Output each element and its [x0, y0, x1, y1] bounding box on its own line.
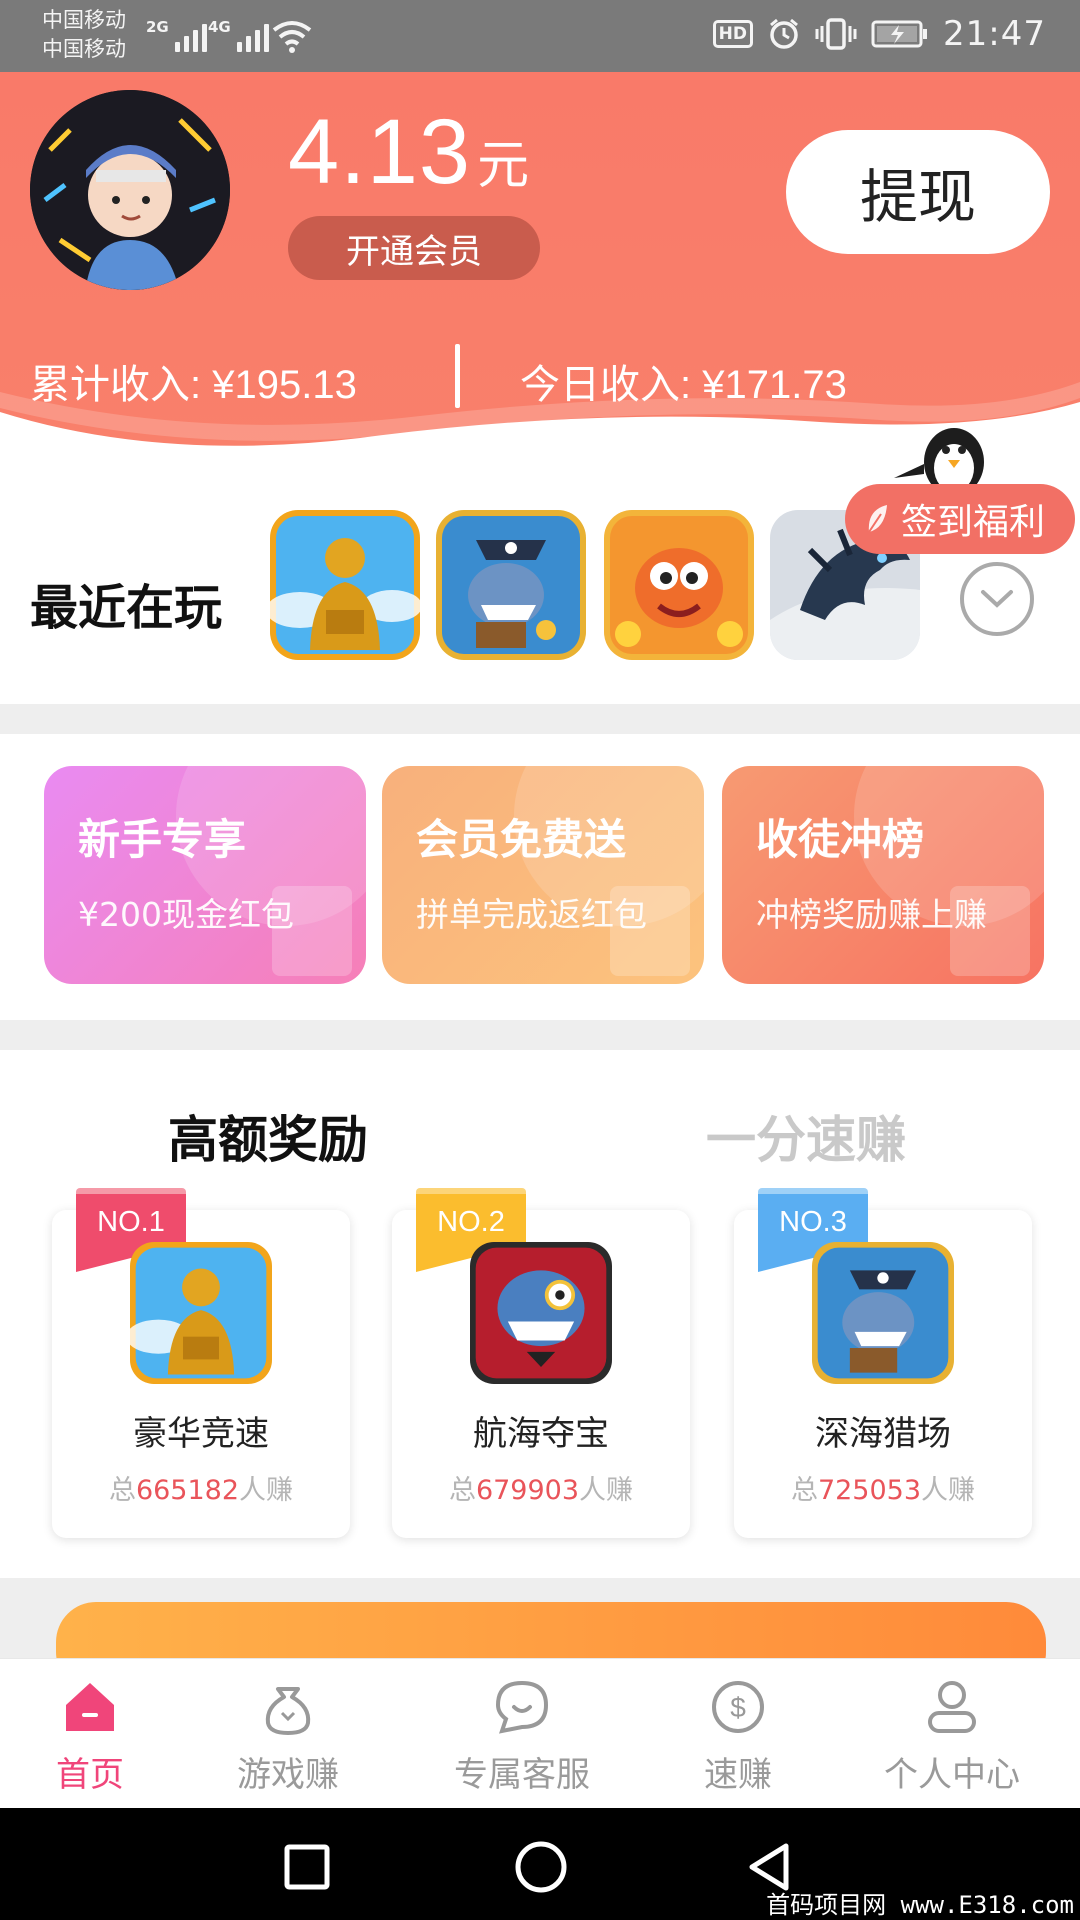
home-circle-icon[interactable] — [514, 1840, 568, 1894]
pirate-shark-game-icon — [436, 510, 586, 660]
nav-label: 首页 — [56, 1755, 124, 1795]
section-divider — [0, 1020, 1080, 1050]
system-nav-bar: 首码项目网 www.E318.com — [0, 1808, 1080, 1920]
promo-banner[interactable] — [0, 1578, 1080, 1658]
person-icon — [928, 1681, 976, 1733]
rank-game-icon — [470, 1242, 612, 1384]
balance-header: 4.13 元 开通会员 提现 累计收入: ¥195.13 今日收入: ¥171.… — [0, 72, 1080, 462]
section-divider — [0, 704, 1080, 734]
status-right: HD 21:47 — [712, 14, 1046, 54]
rank-earners-count: 总725053人赚 — [790, 1475, 976, 1506]
rank-game-icon — [130, 1242, 272, 1384]
expand-recent-button[interactable] — [960, 562, 1034, 636]
golden-statue-game-icon — [130, 1242, 272, 1384]
nav-label: 游戏赚 — [237, 1755, 339, 1795]
rank-game-name: 航海夺宝 — [473, 1414, 609, 1454]
leaf-icon — [868, 505, 887, 533]
tab-high-rewards[interactable]: 高额奖励 — [168, 1100, 368, 1172]
dollar-coin-icon: $ — [712, 1681, 764, 1733]
signal-4g-icon: 4G — [208, 18, 269, 52]
battery-icon — [871, 20, 928, 48]
rank-card-2[interactable]: NO.2 航海夺宝 总679903人赚 — [392, 1188, 690, 1538]
sign-in-label: 签到福利 — [901, 502, 1046, 543]
fish-coins-game-icon — [604, 510, 754, 660]
open-vip-button[interactable]: 开通会员 — [288, 216, 540, 280]
promo-title: 收徒冲榜 — [756, 815, 925, 864]
nav-customer-service[interactable]: 专属客服 — [422, 1677, 622, 1796]
watermark: 首码项目网 www.E318.com — [766, 1891, 1074, 1919]
recent-game-2[interactable] — [436, 510, 586, 660]
nav-personal-center[interactable]: 个人中心 — [852, 1677, 1052, 1796]
promo-card-apprentice-rank[interactable]: 收徒冲榜 冲榜奖励赚上赚 — [722, 766, 1044, 984]
rank-game-name: 豪华竞速 — [133, 1414, 269, 1454]
rank-label: NO.3 — [779, 1206, 847, 1238]
status-bar: 中国移动 中国移动 2G 4G HD 21:47 — [0, 0, 1080, 72]
rank-label: NO.2 — [437, 1206, 505, 1238]
bottom-nav: 首页 游戏赚 专属客服 $ 速赚 个人中心 — [0, 1658, 1080, 1808]
carrier-2: 中国移动 — [42, 37, 126, 61]
recent-apps-icon[interactable] — [284, 1844, 330, 1890]
recent-title: 最近在玩 — [30, 580, 223, 636]
nav-label: 速赚 — [704, 1755, 772, 1795]
tab-quick-earn[interactable]: 一分速赚 — [706, 1100, 906, 1172]
rank-card-3[interactable]: NO.3 深海猎场 总725053人赚 — [734, 1188, 1032, 1538]
rank-earners-count: 总665182人赚 — [108, 1475, 294, 1506]
carrier-labels: 中国移动 中国移动 — [42, 6, 126, 64]
home-icon — [66, 1683, 114, 1731]
clock: 21:47 — [943, 14, 1046, 54]
promo-title: 新手专享 — [78, 815, 247, 864]
wifi-icon — [272, 21, 312, 53]
avatar-image — [30, 90, 230, 290]
promo-subtitle: 拼单完成返红包 — [416, 895, 647, 934]
golden-statue-game-icon — [270, 510, 420, 660]
shark-monocle-game-icon — [470, 1242, 612, 1384]
rank-label: NO.1 — [97, 1206, 165, 1238]
vibrate-icon — [815, 18, 857, 50]
recent-game-3[interactable] — [604, 510, 754, 660]
promo-subtitle: 冲榜奖励赚上赚 — [756, 895, 987, 934]
banner-strip — [56, 1602, 1046, 1658]
rank-card-1[interactable]: NO.1 豪华竞速 总665182人赚 — [52, 1188, 350, 1538]
promo-card-newbie[interactable]: 新手专享 ¥200现金红包 — [44, 766, 366, 984]
nav-label: 专属客服 — [454, 1755, 590, 1795]
alarm-icon — [770, 18, 798, 49]
balance-unit: 元 — [477, 136, 530, 196]
chat-bubble-icon — [495, 1680, 549, 1734]
promo-subtitle: ¥200现金红包 — [78, 895, 294, 934]
avatar[interactable] — [30, 90, 230, 290]
rank-earners-count: 总679903人赚 — [448, 1475, 634, 1506]
nav-home[interactable]: 首页 — [0, 1677, 190, 1796]
rank-game-icon — [812, 1242, 954, 1384]
carrier-1: 中国移动 — [42, 8, 126, 32]
money-bag-icon — [265, 1687, 311, 1735]
signal-2g-icon: 2G — [146, 18, 207, 52]
chevron-down-icon — [981, 590, 1013, 608]
balance-amount: 4.13 元 — [288, 100, 529, 205]
svg-text:$: $ — [730, 1692, 746, 1723]
withdraw-button[interactable]: 提现 — [786, 130, 1050, 254]
nav-game-earn[interactable]: 游戏赚 — [188, 1677, 388, 1796]
promo-title: 会员免费送 — [416, 815, 627, 864]
hd-icon: HD — [712, 20, 754, 48]
promo-card-vip-free[interactable]: 会员免费送 拼单完成返红包 — [382, 766, 704, 984]
nav-quick-earn[interactable]: $ 速赚 — [638, 1677, 838, 1796]
sign-in-bonus-button[interactable]: 签到福利 — [845, 484, 1075, 554]
nav-label: 个人中心 — [884, 1755, 1020, 1795]
recent-game-1[interactable] — [270, 510, 420, 660]
pirate-shark-game-icon — [812, 1242, 954, 1384]
rank-game-name: 深海猎场 — [815, 1414, 951, 1454]
balance-value: 4.13 — [288, 101, 472, 203]
